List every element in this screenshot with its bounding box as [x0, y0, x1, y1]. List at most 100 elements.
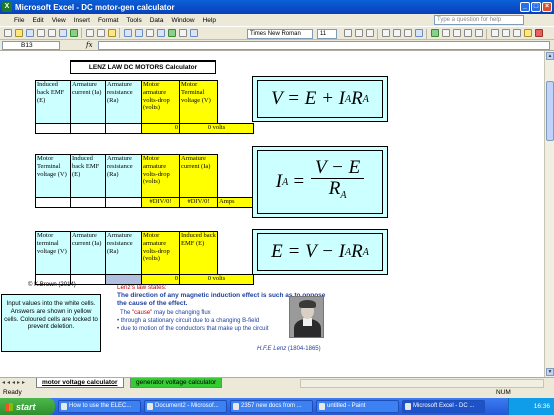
lenz-title: Lenz's law states:: [117, 284, 167, 291]
help-search-input[interactable]: Type a question for help: [434, 15, 524, 25]
underline-icon[interactable]: [365, 29, 374, 37]
header-armature-current: Armature current (Ia): [179, 154, 218, 198]
currency-icon[interactable]: [430, 29, 439, 37]
header-armature-current: Armature current (Ia): [70, 80, 106, 124]
font-name-select[interactable]: Times New Roman: [247, 29, 313, 39]
close-button[interactable]: ×: [542, 2, 552, 12]
zoom-icon[interactable]: [178, 29, 187, 37]
copy-icon[interactable]: [96, 29, 105, 37]
paste-icon[interactable]: [107, 29, 116, 37]
merge-center-icon[interactable]: [414, 29, 423, 37]
header-terminal-voltage: Motor Terminal voltage (V): [179, 80, 218, 124]
windows-logo-icon: [5, 402, 13, 411]
menu-format[interactable]: Format: [94, 17, 123, 24]
menu-edit[interactable]: Edit: [28, 17, 47, 24]
header-armature-resistance: Armature resistance (Ra): [105, 154, 142, 198]
chart-wizard-icon[interactable]: [167, 29, 176, 37]
undo-icon[interactable]: [123, 29, 132, 37]
comma-icon[interactable]: [452, 29, 461, 37]
taskbar-item[interactable]: How to use the ELEC...: [58, 400, 141, 413]
percent-icon[interactable]: [441, 29, 450, 37]
input-ia[interactable]: [70, 123, 106, 134]
equation-box-2: I A = V − E RA: [252, 146, 388, 218]
decrease-indent-icon[interactable]: [490, 29, 499, 37]
scroll-thumb[interactable]: [546, 81, 554, 141]
permission-icon[interactable]: [36, 29, 45, 37]
worksheet[interactable]: LENZ LAW DC MOTORS Calculator Induced ba…: [0, 51, 544, 377]
instructions-box: Input values into the white cells. Answe…: [1, 294, 101, 352]
menu-window[interactable]: Window: [167, 17, 198, 24]
print-preview-icon[interactable]: [58, 29, 67, 37]
tab-motor-voltage[interactable]: motor voltage calculator: [36, 378, 124, 388]
header-terminal-voltage: Motor terminal voltage (V): [35, 231, 71, 275]
header-armature-current: Armature current (Ia): [70, 231, 106, 275]
open-icon[interactable]: [14, 29, 23, 37]
decrease-decimal-icon[interactable]: [474, 29, 483, 37]
align-right-icon[interactable]: [403, 29, 412, 37]
input-ra[interactable]: [105, 197, 142, 208]
formula-bar: B13 fx: [0, 40, 554, 51]
status-bar: Ready NUM: [0, 388, 554, 398]
taskbar: start How to use the ELEC... Document2 -…: [0, 398, 554, 415]
borders-icon[interactable]: [512, 29, 521, 37]
align-left-icon[interactable]: [381, 29, 390, 37]
increase-decimal-icon[interactable]: [463, 29, 472, 37]
vertical-scrollbar[interactable]: ▲ ▼: [544, 51, 554, 377]
cut-icon[interactable]: [85, 29, 94, 37]
sheet-title: LENZ LAW DC MOTORS Calculator: [70, 60, 216, 74]
input-ra[interactable]: [105, 123, 142, 134]
font-size-select[interactable]: 11: [317, 29, 337, 39]
menu-view[interactable]: View: [48, 17, 70, 24]
menu-file[interactable]: File: [0, 17, 28, 24]
horizontal-scrollbar[interactable]: [300, 379, 544, 388]
bold-icon[interactable]: [343, 29, 352, 37]
input-e[interactable]: [70, 197, 106, 208]
increase-indent-icon[interactable]: [501, 29, 510, 37]
status-num: NUM: [496, 389, 511, 396]
redo-icon[interactable]: [134, 29, 143, 37]
sort-icon[interactable]: [156, 29, 165, 37]
sheet-tab-bar: ◂◂◂▸▸ motor voltage calculator generator…: [0, 377, 554, 388]
input-e[interactable]: [35, 123, 71, 134]
status-ready: Ready: [3, 389, 22, 396]
input-ra[interactable]: [105, 274, 142, 285]
tab-generator-voltage[interactable]: generator voltage calculator: [130, 378, 223, 388]
autosum-icon[interactable]: [145, 29, 154, 37]
header-induced-emf: Induced back EMF (E): [35, 80, 71, 124]
excel-icon[interactable]: X: [2, 2, 12, 12]
save-icon[interactable]: [25, 29, 34, 37]
title-bar: X Microsoft Excel - DC motor-gen calcula…: [0, 0, 554, 14]
new-icon[interactable]: [3, 29, 12, 37]
taskbar-item[interactable]: untitled - Paint: [316, 400, 399, 413]
menu-data[interactable]: Data: [146, 17, 168, 24]
menu-help[interactable]: Help: [199, 17, 220, 24]
header-volts-drop: Motor armature volts-drop (volts): [141, 231, 180, 275]
taskbar-item[interactable]: Document2 - Microsof...: [144, 400, 227, 413]
calc-table-1: Induced back EMF (E) Armature current (I…: [35, 80, 254, 134]
font-color-icon[interactable]: [534, 29, 543, 37]
menu-insert[interactable]: Insert: [70, 17, 94, 24]
spelling-icon[interactable]: [69, 29, 78, 37]
header-volts-drop: Motor armature volts-drop (volts): [141, 154, 180, 198]
menu-tools[interactable]: Tools: [123, 17, 146, 24]
maximize-button[interactable]: □: [531, 2, 541, 12]
taskbar-item-active[interactable]: Microsoft Excel - DC ...: [402, 400, 485, 413]
italic-icon[interactable]: [354, 29, 363, 37]
header-armature-resistance: Armature resistance (Ra): [105, 80, 142, 124]
window-title: Microsoft Excel - DC motor-gen calculato…: [15, 2, 175, 12]
tab-nav-icons[interactable]: ◂◂◂▸▸: [2, 379, 27, 386]
minimize-button[interactable]: _: [520, 2, 530, 12]
name-box[interactable]: B13: [2, 41, 60, 50]
scroll-up-icon[interactable]: ▲: [546, 52, 554, 60]
scroll-down-icon[interactable]: ▼: [546, 368, 554, 376]
fill-color-icon[interactable]: [523, 29, 532, 37]
align-center-icon[interactable]: [392, 29, 401, 37]
formula-input[interactable]: [98, 41, 550, 50]
input-v[interactable]: [35, 197, 71, 208]
taskbar-item[interactable]: 2357 new docs from ...: [230, 400, 313, 413]
fx-icon[interactable]: fx: [86, 41, 93, 49]
print-icon[interactable]: [47, 29, 56, 37]
result-armature-current: #DIV/0!: [179, 197, 218, 208]
start-button[interactable]: start: [0, 398, 55, 415]
help-icon[interactable]: [189, 29, 198, 37]
